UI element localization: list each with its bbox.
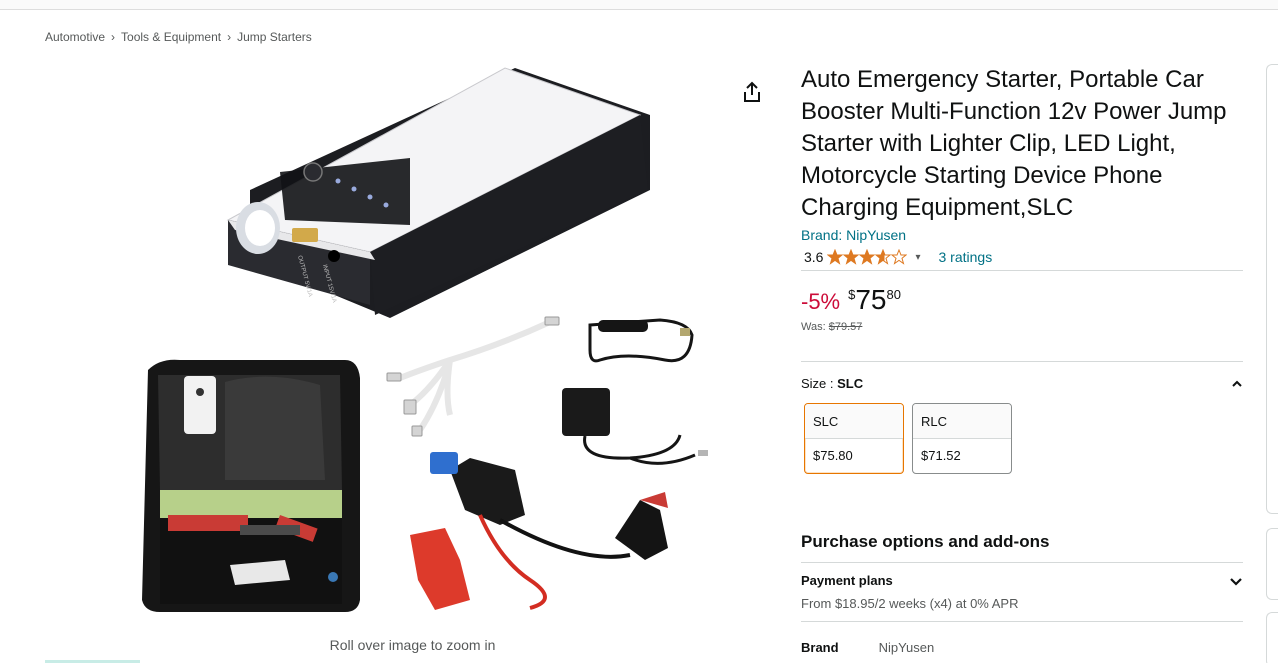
rating-row: 3.6 ▾ 3 ratings: [801, 247, 1243, 267]
breadcrumb: Automotive › Tools & Equipment › Jump St…: [45, 30, 312, 44]
size-option-slc[interactable]: SLC $75.80: [804, 403, 904, 474]
carrying-case-graphic: [142, 359, 360, 612]
rating-score: 3.6: [804, 249, 824, 265]
divider: [801, 361, 1243, 362]
size-option-rlc[interactable]: RLC $71.52: [912, 403, 1012, 474]
breadcrumb-separator: ›: [111, 30, 116, 44]
current-price: $ 75 80: [848, 285, 901, 315]
chevron-down-icon[interactable]: ▾: [915, 252, 920, 263]
size-option-price: $75.80: [813, 448, 853, 463]
power-bank-graphic: OUTPUT 5V/1A INPUT 15V/1A: [226, 67, 650, 318]
ratings-link[interactable]: 3 ratings: [939, 249, 993, 265]
payment-plans-section[interactable]: Payment plans From $18.95/2 weeks (x4) a…: [801, 562, 1243, 611]
zoom-hint: Roll over image to zoom in: [329, 637, 496, 653]
usb-cable-graphic: [398, 319, 552, 432]
breadcrumb-tools-equipment[interactable]: Tools & Equipment: [121, 30, 221, 44]
side-panel-edge: [1266, 528, 1278, 600]
price-row: -5% $ 75 80: [801, 285, 1243, 315]
payment-plans-detail: From $18.95/2 weeks (x4) at 0% APR: [801, 596, 1019, 611]
breadcrumb-separator: ›: [227, 30, 232, 44]
purchase-options-title: Purchase options and add-ons: [801, 532, 1050, 551]
size-selected: SLC: [837, 376, 864, 391]
wall-adapter-graphic: [562, 388, 708, 465]
car-charger-graphic: [588, 318, 694, 363]
size-header[interactable]: Size : SLC: [801, 376, 1243, 391]
product-title: Auto Emergency Starter, Portable Car Boo…: [801, 66, 1227, 221]
discount-percent: -5%: [801, 289, 841, 314]
size-option-price: $71.52: [921, 448, 961, 463]
brand-spec-value: NipYusen: [878, 640, 935, 655]
was-price: $79.57: [828, 321, 863, 333]
brand-spec-row: Brand NipYusen: [801, 621, 1243, 655]
usb-connectors: [386, 316, 560, 437]
size-option-name: RLC: [913, 404, 1011, 439]
size-label: Size :: [801, 376, 834, 391]
jumper-clamp-graphic: [410, 452, 668, 610]
chevron-up-icon[interactable]: [1231, 378, 1243, 390]
brand-link[interactable]: Brand: NipYusen: [801, 227, 1243, 243]
product-details: Auto Emergency Starter, Portable Car Boo…: [801, 64, 1243, 655]
product-image[interactable]: OUTPUT 5V/1A INPUT 15V/1A: [120, 60, 710, 630]
top-strip: [0, 0, 1278, 10]
price-symbol: $: [848, 287, 856, 302]
share-icon: [744, 81, 760, 102]
size-options: SLC $75.80 RLC $71.52: [804, 403, 1243, 474]
divider: [801, 270, 1243, 271]
breadcrumb-jump-starters[interactable]: Jump Starters: [237, 30, 312, 44]
stars-icon: [827, 249, 907, 264]
product-image-illustration: OUTPUT 5V/1A INPUT 15V/1A: [142, 67, 708, 612]
price-fraction: 80: [886, 287, 901, 302]
price-whole: 75: [855, 284, 887, 315]
star-rating[interactable]: [827, 249, 907, 265]
share-button[interactable]: [740, 80, 764, 104]
brand-spec-label: Brand: [801, 640, 839, 655]
was-price-row: Was: $79.57: [801, 321, 1243, 333]
side-panel-edge: [1266, 64, 1278, 514]
size-option-name: SLC: [805, 404, 903, 439]
side-panel-edge: [1266, 612, 1278, 663]
breadcrumb-automotive[interactable]: Automotive: [45, 30, 105, 44]
was-label: Was:: [801, 321, 826, 333]
payment-plans-label: Payment plans: [801, 573, 893, 588]
chevron-down-icon[interactable]: [1229, 574, 1243, 588]
